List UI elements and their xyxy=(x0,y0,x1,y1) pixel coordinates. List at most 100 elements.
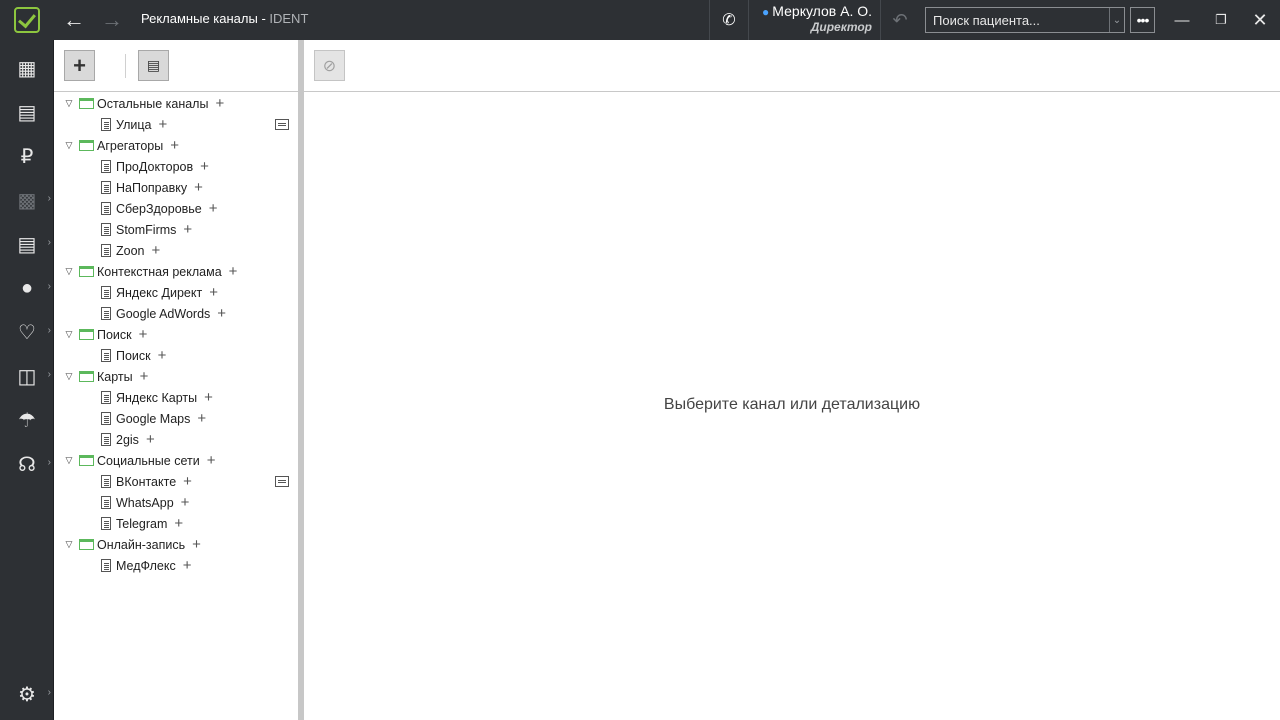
more-dots-icon[interactable]: ••• xyxy=(1130,7,1155,33)
expand-triangle-icon[interactable]: ▽ xyxy=(64,140,74,151)
add-detail-icon[interactable]: + xyxy=(204,390,213,405)
sidebar-item-dental[interactable]: ♡ › xyxy=(0,312,54,352)
sidebar-item-payments[interactable]: ☊ › xyxy=(0,444,54,484)
tree-item-label: НаПоправку xyxy=(116,180,188,195)
chevron-down-icon[interactable]: ⌄ xyxy=(1109,8,1124,32)
window-title: Рекламные каналы - IDENT xyxy=(141,11,308,26)
tree-item[interactable]: Zoon + xyxy=(101,240,160,261)
sidebar-item-finance[interactable]: ₽ xyxy=(0,136,54,176)
expand-triangle-icon[interactable]: ▽ xyxy=(64,539,74,550)
add-detail-icon[interactable]: + xyxy=(183,474,192,489)
add-detail-icon[interactable]: + xyxy=(152,243,161,258)
tree-item[interactable]: Google AdWords + xyxy=(101,303,226,324)
tree-group[interactable]: ▽ Контекстная реклама + xyxy=(64,261,238,282)
close-icon[interactable]: ✕ xyxy=(1248,8,1272,32)
tree-item[interactable]: СберЗдоровье + xyxy=(101,198,218,219)
tree-item[interactable]: Google Maps + xyxy=(101,408,206,429)
tree-item[interactable]: Поиск + xyxy=(101,345,166,366)
tree-group-label: Социальные сети xyxy=(97,453,200,468)
tree-item[interactable]: ПроДокторов + xyxy=(101,156,209,177)
tree-item-label: Telegram xyxy=(116,516,168,531)
add-detail-icon[interactable]: + xyxy=(158,348,167,363)
expand-triangle-icon[interactable]: ▽ xyxy=(64,98,74,109)
add-detail-icon[interactable]: + xyxy=(217,306,226,321)
user-name: Меркулов А. О. xyxy=(772,3,872,19)
sidebar-item-warehouse[interactable]: ◫ › xyxy=(0,356,54,396)
chevron-right-icon: › xyxy=(47,281,51,292)
add-child-icon[interactable]: + xyxy=(170,138,179,153)
add-detail-icon[interactable]: + xyxy=(209,285,218,300)
tree-item[interactable]: WhatsApp + xyxy=(101,492,189,513)
tree-group[interactable]: ▽ Поиск + xyxy=(64,324,148,345)
document-icon xyxy=(101,559,111,572)
tree-item[interactable]: НаПоправку + xyxy=(101,177,203,198)
tree-group[interactable]: ▽ Карты + xyxy=(64,366,149,387)
document-icon xyxy=(101,160,111,173)
sidebar-item-settings[interactable]: ⚙ › xyxy=(0,674,54,714)
tree-group[interactable]: ▽ Агрегаторы + xyxy=(64,135,179,156)
add-detail-icon[interactable]: + xyxy=(174,516,183,531)
expand-triangle-icon[interactable]: ▽ xyxy=(64,455,74,466)
document-icon xyxy=(101,307,111,320)
add-detail-icon[interactable]: + xyxy=(197,411,206,426)
tree-item[interactable]: ВКонтакте + xyxy=(101,471,192,492)
forward-arrow-icon[interactable]: → xyxy=(100,8,124,32)
document-icon xyxy=(101,475,111,488)
expand-triangle-icon[interactable]: ▽ xyxy=(64,266,74,277)
chevron-right-icon: › xyxy=(47,457,51,468)
chevron-right-icon: › xyxy=(47,237,51,248)
add-detail-icon[interactable]: + xyxy=(146,432,155,447)
restore-icon[interactable]: ❐ xyxy=(1209,8,1233,32)
tree-group[interactable]: ▽ Социальные сети + xyxy=(64,450,216,471)
add-child-icon[interactable]: + xyxy=(215,96,224,111)
tree-group[interactable]: ▽ Онлайн-запись + xyxy=(64,534,201,555)
comment-icon[interactable] xyxy=(275,476,289,487)
add-detail-icon[interactable]: + xyxy=(183,222,192,237)
archive-button[interactable]: ▤ xyxy=(138,50,169,81)
tree-item[interactable]: Telegram + xyxy=(101,513,183,534)
patient-search[interactable]: ⌄ xyxy=(925,7,1125,33)
return-patient-icon[interactable]: ↶ xyxy=(888,9,912,31)
comment-icon[interactable] xyxy=(275,119,289,130)
add-child-icon[interactable]: + xyxy=(139,327,148,342)
tree-group-label: Агрегаторы xyxy=(97,138,164,153)
add-detail-icon[interactable]: + xyxy=(194,180,203,195)
document-icon xyxy=(101,223,111,236)
current-user[interactable]: ● Меркулов А. О. Директор xyxy=(752,3,872,34)
document-icon xyxy=(101,496,111,509)
minimize-icon[interactable]: — xyxy=(1170,8,1194,32)
tree-item[interactable]: StomFirms + xyxy=(101,219,192,240)
sidebar-item-staff[interactable]: ● › xyxy=(0,268,54,308)
tree-group[interactable]: ▽ Остальные каналы + xyxy=(64,93,225,114)
tree-item[interactable]: 2gis + xyxy=(101,429,155,450)
tree-item[interactable]: МедФлекс + xyxy=(101,555,191,576)
sidebar-item-reports[interactable]: ▤ › xyxy=(0,224,54,264)
add-child-icon[interactable]: + xyxy=(229,264,238,279)
sidebar-item-insurance[interactable]: ☂ xyxy=(0,400,54,440)
add-child-icon[interactable]: + xyxy=(140,369,149,384)
add-detail-icon[interactable]: + xyxy=(181,495,190,510)
back-arrow-icon[interactable]: ← xyxy=(62,8,86,32)
add-detail-icon[interactable]: + xyxy=(209,201,218,216)
phone-icon[interactable]: ✆ xyxy=(709,0,749,40)
folder-icon xyxy=(79,329,94,340)
app-logo[interactable] xyxy=(0,0,54,40)
expand-triangle-icon[interactable]: ▽ xyxy=(64,329,74,340)
add-detail-icon[interactable]: + xyxy=(183,558,192,573)
tree-item[interactable]: Яндекс Директ + xyxy=(101,282,218,303)
patient-search-input[interactable] xyxy=(926,8,1109,32)
disable-button[interactable]: ⊘ xyxy=(314,50,345,81)
add-detail-icon[interactable]: + xyxy=(200,159,209,174)
tree-item[interactable]: Яндекс Карты + xyxy=(101,387,213,408)
add-detail-icon[interactable]: + xyxy=(159,117,168,132)
sidebar-item-cashbox[interactable]: ▩ › xyxy=(0,180,54,220)
sidebar-item-schedule[interactable]: ▦ xyxy=(0,48,54,88)
sidebar-item-tasks[interactable]: ▤ xyxy=(0,92,54,132)
tree-item[interactable]: Улица + xyxy=(101,114,167,135)
divider xyxy=(880,0,881,40)
expand-triangle-icon[interactable]: ▽ xyxy=(64,371,74,382)
add-child-icon[interactable]: + xyxy=(192,537,201,552)
add-child-icon[interactable]: + xyxy=(207,453,216,468)
add-channel-button[interactable]: + xyxy=(64,50,95,81)
document-icon xyxy=(101,118,111,131)
